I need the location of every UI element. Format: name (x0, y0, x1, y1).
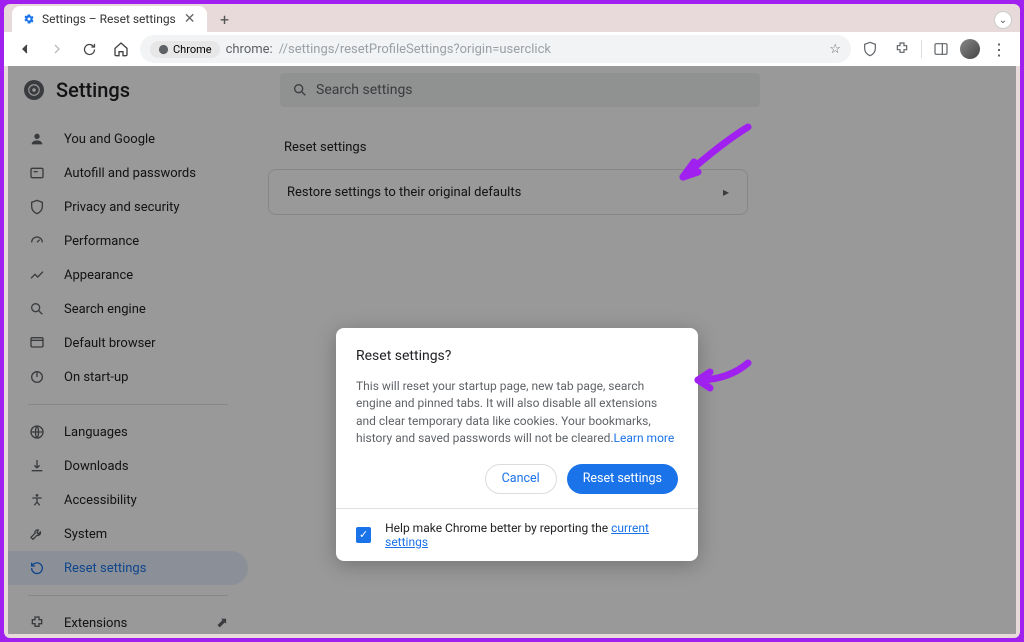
url-protocol: chrome: (226, 42, 273, 57)
side-panel-icon[interactable] (928, 36, 954, 62)
url-path: //settings/resetProfileSettings?origin=u… (279, 42, 551, 57)
profile-avatar[interactable] (960, 39, 980, 59)
tab-bar: Settings – Reset settings ✕ + ⌄ (4, 4, 1020, 32)
toolbar-divider (921, 40, 922, 58)
kebab-menu-icon[interactable]: ⋮ (986, 36, 1012, 62)
window-expand-button[interactable]: ⌄ (994, 11, 1012, 29)
browser-toolbar: Chrome chrome: //settings/resetProfileSet… (4, 32, 1020, 66)
learn-more-link[interactable]: Learn more (614, 431, 675, 445)
extensions-icon[interactable] (889, 36, 915, 62)
dialog-title: Reset settings? (356, 348, 678, 364)
report-checkbox[interactable]: ✓ (356, 527, 371, 543)
active-tab[interactable]: Settings – Reset settings ✕ (12, 6, 207, 32)
address-bar[interactable]: Chrome chrome: //settings/resetProfileSet… (140, 35, 851, 63)
home-button[interactable] (108, 36, 134, 62)
dialog-footer: ✓ Help make Chrome better by reporting t… (336, 508, 698, 561)
new-tab-button[interactable]: + (213, 8, 235, 30)
back-button[interactable] (12, 36, 38, 62)
tab-title: Settings – Reset settings (42, 12, 176, 26)
report-label: Help make Chrome better by reporting the… (385, 521, 678, 549)
dialog-body: This will reset your startup page, new t… (356, 378, 678, 448)
reset-settings-dialog: Reset settings? This will reset your sta… (336, 328, 698, 561)
site-chip[interactable]: Chrome (150, 41, 220, 58)
shield-icon[interactable] (857, 36, 883, 62)
settings-favicon (22, 12, 36, 26)
forward-button[interactable] (44, 36, 70, 62)
bookmark-star-icon[interactable]: ☆ (829, 42, 841, 57)
tab-close-icon[interactable]: ✕ (182, 11, 198, 27)
reload-button[interactable] (76, 36, 102, 62)
reset-settings-button[interactable]: Reset settings (567, 464, 678, 494)
page-content: Settings Search settings You and Google … (8, 66, 1016, 634)
cancel-button[interactable]: Cancel (485, 464, 557, 494)
